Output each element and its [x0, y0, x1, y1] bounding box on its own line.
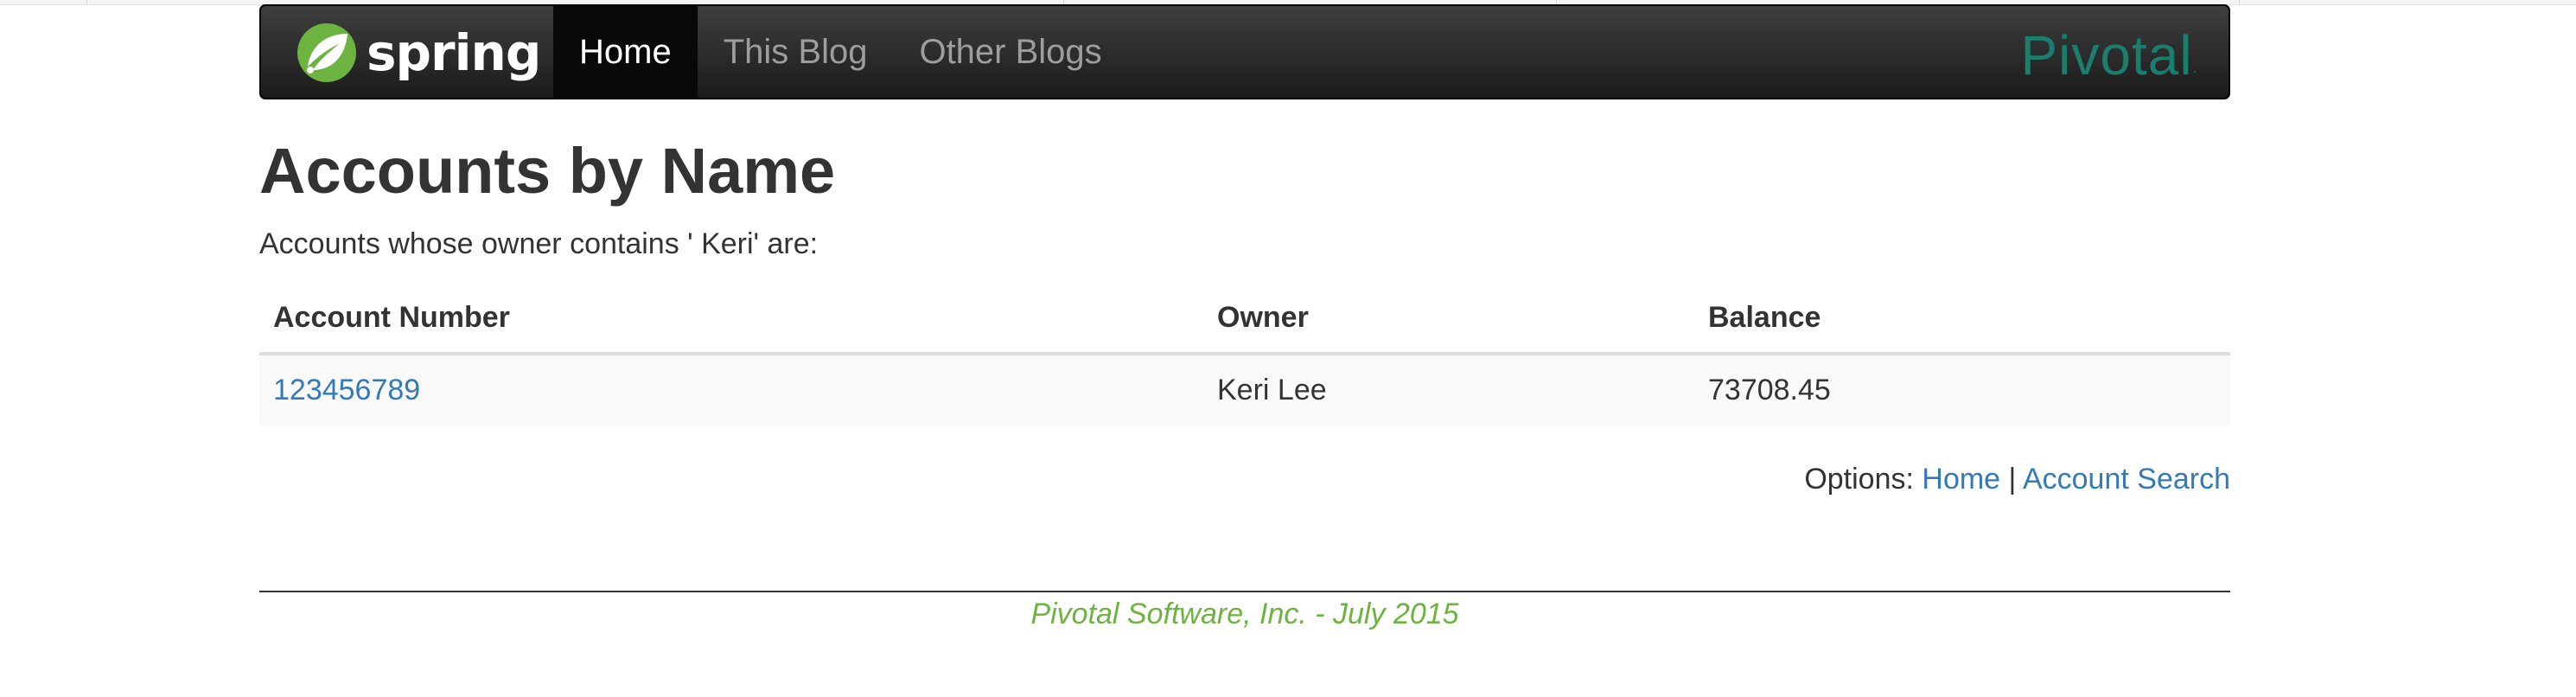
options-bar: Options: Home | Account Search: [1804, 463, 2230, 496]
nav-item-home[interactable]: Home: [553, 6, 698, 98]
footer-text: Pivotal Software, Inc. - July 2015: [1030, 598, 1459, 630]
column-header-account-number: Account Number: [259, 283, 1203, 355]
nav-item-this-blog[interactable]: This Blog: [698, 6, 894, 98]
account-number-link[interactable]: 123456789: [273, 374, 420, 406]
brand-text: spring: [367, 23, 541, 82]
edge-tick: [2239, 0, 2240, 4]
table-row: 123456789 Keri Lee 73708.45: [259, 354, 2230, 425]
pivotal-logo[interactable]: Pivotal.: [2020, 23, 2197, 87]
accounts-table: Account Number Owner Balance 123456789 K…: [259, 283, 2230, 425]
column-header-owner: Owner: [1203, 283, 1694, 355]
page-title: Accounts by Name: [259, 135, 836, 207]
options-label: Options:: [1804, 463, 1914, 496]
options-separator: |: [2008, 463, 2017, 496]
table-header-row: Account Number Owner Balance: [259, 283, 2230, 355]
footer-divider: [259, 591, 2230, 592]
top-navbar: spring Home This Blog Other Blogs Pivota…: [259, 4, 2230, 99]
spring-leaf-icon: [297, 23, 356, 82]
balance-cell: 73708.45: [1694, 354, 2230, 425]
pivotal-logo-mark: .: [2192, 61, 2197, 76]
account-number-cell: 123456789: [259, 354, 1203, 425]
edge-tick: [86, 0, 87, 4]
column-header-balance: Balance: [1694, 283, 2230, 355]
nav-item-other-blogs[interactable]: Other Blogs: [893, 6, 1127, 98]
pivotal-logo-text: Pivotal: [2020, 24, 2193, 86]
search-intro-text: Accounts whose owner contains ' Keri' ar…: [259, 227, 819, 260]
nav-menu: Home This Blog Other Blogs: [553, 6, 1128, 98]
page-container: spring Home This Blog Other Blogs Pivota…: [259, 4, 2230, 630]
options-home-link[interactable]: Home: [1922, 463, 2000, 496]
options-account-search-link[interactable]: Account Search: [2023, 463, 2230, 496]
spring-brand-link[interactable]: spring: [296, 18, 541, 87]
owner-cell: Keri Lee: [1203, 354, 1694, 425]
